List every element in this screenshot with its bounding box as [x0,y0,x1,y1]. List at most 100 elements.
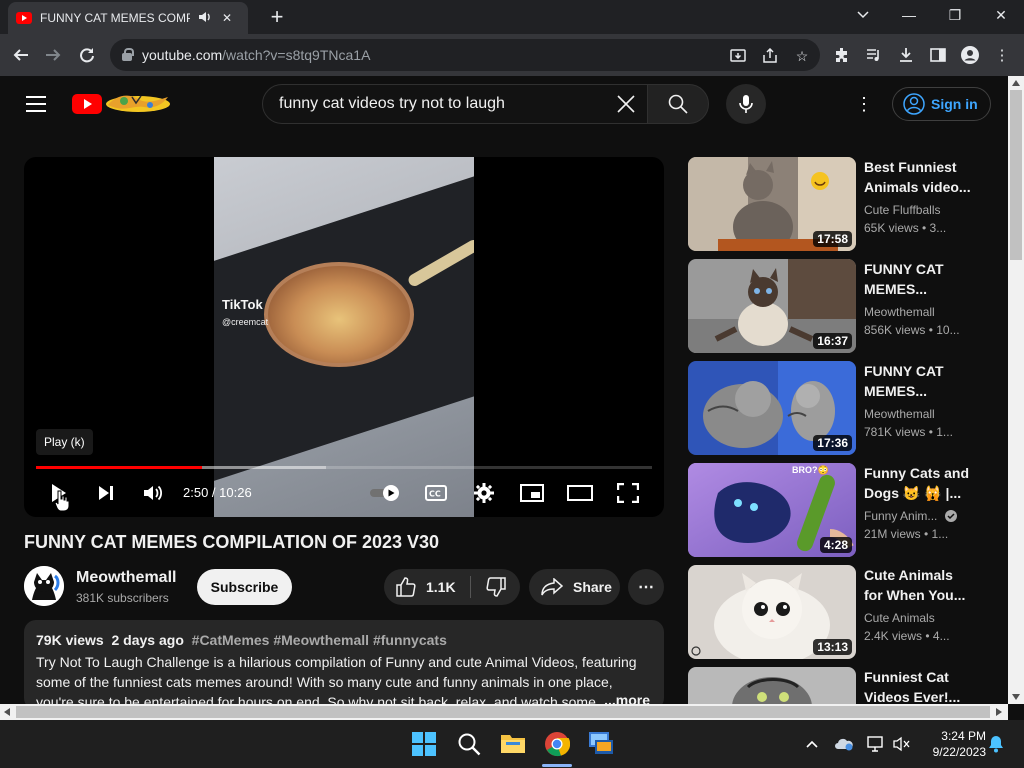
recommendation-item[interactable]: 17:58 Best Funniest Animals video... Cut… [688,157,988,251]
video-player[interactable]: TikTok @creemcat Play (k) 2:50 / 10:26 C… [24,157,664,517]
recommendation-channel[interactable]: Cute Animals [864,611,935,625]
more-actions-icon[interactable]: ⋯ [628,569,664,605]
taskbar-time[interactable]: 3:24 PM [926,729,986,743]
back-button[interactable] [6,40,36,70]
notification-bell-icon[interactable] [986,734,1006,754]
taskbar-date[interactable]: 9/22/2023 [914,745,986,759]
next-button[interactable] [92,479,120,507]
theater-mode-button[interactable] [566,479,594,507]
miniplayer-button[interactable] [518,479,546,507]
video-duration: 4:28 [819,537,852,553]
recommendation-thumbnail[interactable] [688,667,856,704]
reload-button[interactable] [72,40,102,70]
recommendation-item[interactable]: BRO?😳 4:28 Funny Cats and Dogs 😺 🙀 |... … [688,463,988,557]
recommendation-title[interactable]: Funniest Cat Videos Ever!... [864,667,974,704]
hashtags[interactable]: #CatMemes #Meowthemall #funnycats [192,632,447,648]
onedrive-icon[interactable] [834,734,854,754]
speaker-icon[interactable] [198,11,212,26]
recommendation-title[interactable]: Funny Cats and Dogs 😺 🙀 |... [864,463,974,503]
recommendation-stats: 21M views • 1... [864,527,949,541]
video-duration: 17:36 [813,435,852,451]
recommendation-title[interactable]: Cute Animals for When You... [864,565,974,605]
vertical-scroll-thumb[interactable] [1010,90,1022,260]
recommendation-thumbnail[interactable]: 13:13 [688,565,856,659]
settings-button[interactable] [470,479,498,507]
tab-search-icon[interactable] [840,0,886,30]
progress-bar[interactable] [36,466,652,469]
description-box[interactable]: 79K views 2 days ago #CatMemes #Meowthem… [24,620,664,710]
recommendation-item[interactable]: 16:37 FUNNY CAT MEMES... Meowthemall 856… [688,259,988,353]
remote-desktop-icon[interactable] [588,731,614,757]
recommendation-thumbnail[interactable]: BRO?😳 4:28 [688,463,856,557]
video-frame[interactable]: TikTok @creemcat [214,157,474,517]
search-input[interactable]: funny cat videos try not to laugh [279,95,505,113]
downloads-icon[interactable] [895,44,917,66]
miniplayer-icon [520,484,544,502]
guide-menu-icon[interactable] [26,96,46,112]
recommendation-item[interactable]: Funniest Cat Videos Ever!... [688,667,988,704]
recommendation-title[interactable]: Best Funniest Animals video... [864,157,974,197]
recommendation-channel[interactable]: Meowthemall [864,305,935,319]
video-duration: 17:58 [813,231,852,247]
captions-button[interactable]: CC [422,479,450,507]
tray-chevron-up-icon[interactable] [802,734,822,754]
media-controls-icon[interactable] [863,44,885,66]
fullscreen-button[interactable] [614,479,642,507]
share-page-icon[interactable] [760,46,780,66]
recommendation-thumbnail[interactable]: 17:36 [688,361,856,455]
window-close-button[interactable]: ✕ [978,0,1024,30]
mute-button[interactable] [139,479,167,507]
autoplay-toggle[interactable] [368,479,404,507]
share-button[interactable]: Share [529,569,620,605]
recommendation-stats: 2.4K views • 4... [864,629,950,643]
restore-button[interactable]: ❐ [932,0,978,30]
volume-muted-icon[interactable] [892,734,912,754]
channel-name[interactable]: Meowthemall [76,569,176,587]
recommendation-title[interactable]: FUNNY CAT MEMES... [864,259,974,299]
subscribe-button[interactable]: Subscribe [197,569,292,605]
extensions-icon[interactable] [831,44,853,66]
recommendation-item[interactable]: 17:36 FUNNY CAT MEMES... Meowthemall 781… [688,361,988,455]
url-host: youtube.com [142,47,223,63]
recommendation-title[interactable]: FUNNY CAT MEMES... [864,361,974,401]
settings-kebab-icon[interactable]: ⋮ [854,94,874,114]
minimize-button[interactable]: — [886,0,932,30]
bookmark-star-icon[interactable]: ☆ [792,46,812,66]
search-box[interactable]: funny cat videos try not to laugh [262,84,648,124]
sign-in-button[interactable]: Sign in [892,87,991,121]
lock-icon[interactable] [122,48,134,61]
chrome-menu-icon[interactable]: ⋮ [991,44,1013,66]
url-text: youtube.com/watch?v=s8tq9TNca1A [142,47,370,63]
recommendation-channel[interactable]: Cute Fluffballs [864,203,940,217]
voice-search-button[interactable] [726,84,766,124]
horizontal-scroll-thumb[interactable] [16,706,990,718]
forward-button[interactable] [38,40,68,70]
clear-search-icon[interactable] [615,93,637,115]
chrome-taskbar-icon[interactable] [544,731,571,757]
file-explorer-icon[interactable] [500,732,526,756]
recommendation-channel[interactable]: Funny Anim... [864,509,957,523]
recommendation-thumbnail[interactable]: 16:37 [688,259,856,353]
youtube-logo[interactable] [72,93,172,115]
fullscreen-icon [617,483,639,503]
network-icon[interactable] [866,734,886,754]
recommendation-item[interactable]: 13:13 Cute Animals for When You... Cute … [688,565,988,659]
address-bar[interactable]: youtube.com/watch?v=s8tq9TNca1A ☆ [110,39,820,71]
start-windows-icon[interactable] [412,732,436,756]
recommendation-thumbnail[interactable]: 17:58 [688,157,856,251]
tab-close-icon[interactable]: ✕ [220,11,234,25]
install-app-icon[interactable] [728,46,748,66]
theater-icon [567,485,593,501]
search-button[interactable] [647,84,709,124]
url-path: /watch?v=s8tq9TNca1A [222,47,371,63]
side-panel-icon[interactable] [927,44,949,66]
channel-avatar[interactable] [24,566,64,606]
recommendation-channel[interactable]: Meowthemall [864,407,935,421]
taskbar-search-icon[interactable] [457,732,481,756]
share-arrow-icon [541,578,563,596]
profile-icon[interactable] [959,44,981,66]
browser-tab[interactable]: FUNNY CAT MEMES COMPILATION OF 2023 V30 … [8,2,248,34]
dislike-button[interactable] [471,569,520,605]
like-button[interactable]: 1.1K [384,569,470,605]
new-tab-button[interactable]: + [254,2,300,32]
